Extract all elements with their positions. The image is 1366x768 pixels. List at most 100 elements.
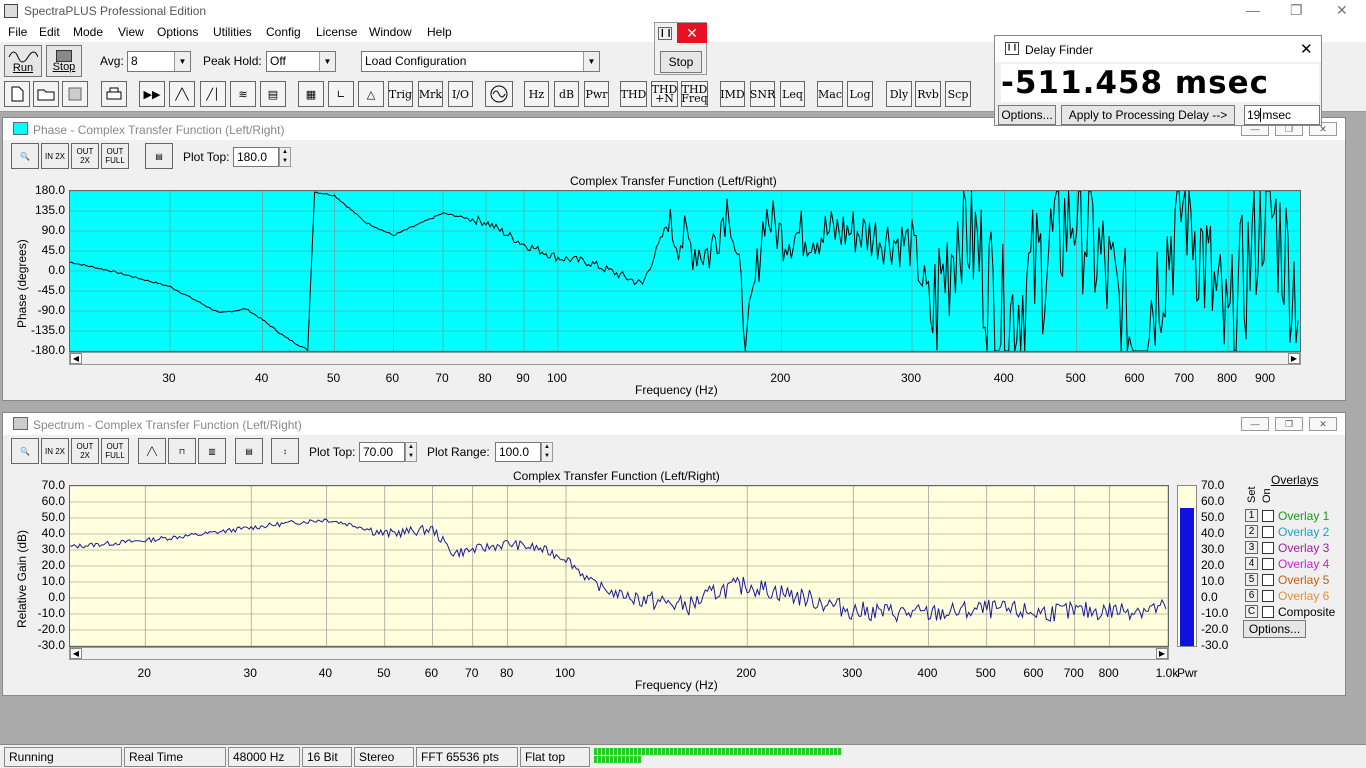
- overlay-checkbox[interactable]: [1262, 542, 1274, 554]
- menu-help[interactable]: Help: [427, 25, 452, 39]
- zoom-in-2x-button[interactable]: IN 2X: [41, 438, 69, 464]
- overlay-checkbox[interactable]: [1262, 606, 1274, 618]
- bar-plot-icon[interactable]: ▥: [198, 438, 226, 464]
- menu-mode[interactable]: Mode: [73, 25, 103, 39]
- open-folder-icon[interactable]: [33, 81, 59, 107]
- thd-button[interactable]: THD: [620, 81, 647, 107]
- peak-hold-select[interactable]: Off ▼: [266, 51, 336, 72]
- overlay-set-button[interactable]: C: [1245, 605, 1258, 618]
- restore-icon[interactable]: ❐: [1275, 417, 1303, 431]
- overlay-checkbox[interactable]: [1262, 526, 1274, 538]
- delay-input[interactable]: 19 msec: [1244, 105, 1320, 125]
- overlay-set-button[interactable]: 3: [1245, 541, 1258, 554]
- menu-utilities[interactable]: Utilities: [213, 25, 252, 39]
- minimize-icon[interactable]: —: [1241, 417, 1269, 431]
- db-button[interactable]: dB: [554, 81, 579, 107]
- overlay-checkbox[interactable]: [1262, 590, 1274, 602]
- avg-select[interactable]: 8 ▼: [127, 51, 191, 72]
- imd-button[interactable]: IMD: [720, 81, 745, 107]
- menu-view[interactable]: View: [118, 25, 144, 39]
- scroll-right-icon[interactable]: ▶: [1288, 353, 1300, 364]
- scroll-left-icon[interactable]: ◀: [70, 353, 82, 364]
- print-icon[interactable]: [101, 81, 127, 107]
- autoscale-icon[interactable]: ↕: [271, 438, 299, 464]
- plot-settings-icon[interactable]: ▤: [235, 438, 263, 464]
- mac-button[interactable]: Mac: [817, 81, 843, 107]
- new-icon[interactable]: [4, 81, 30, 107]
- zoom-out-full-button[interactable]: OUT FULL: [101, 143, 129, 169]
- axis-icon[interactable]: ∟: [328, 81, 354, 107]
- time-series-icon[interactable]: ╱│: [200, 81, 226, 107]
- spectrum-plot-top-spinner[interactable]: ▲ ▼: [405, 442, 417, 462]
- phase-icon[interactable]: ▦: [298, 81, 324, 107]
- phase-plot-top-spinner[interactable]: ▲ ▼: [279, 147, 291, 167]
- overlay-set-button[interactable]: 6: [1245, 589, 1258, 602]
- thd-freq-button[interactable]: THD Freq: [681, 81, 708, 107]
- overlay-checkbox[interactable]: [1262, 558, 1274, 570]
- snr-button[interactable]: SNR: [750, 81, 775, 107]
- stop-button[interactable]: Stop: [46, 45, 82, 77]
- stop-popup-button[interactable]: Stop: [660, 51, 702, 73]
- overlay-set-button[interactable]: 2: [1245, 525, 1258, 538]
- zoom-in-2x-button[interactable]: IN 2X: [41, 143, 69, 169]
- zoom-out-full-button[interactable]: OUT FULL: [101, 438, 129, 464]
- step-plot-icon[interactable]: ⊓: [168, 438, 196, 464]
- menu-license[interactable]: License: [316, 25, 357, 39]
- delay-options-button[interactable]: Options...: [998, 105, 1056, 125]
- overlay-checkbox[interactable]: [1262, 510, 1274, 522]
- mrk-button[interactable]: Mrk: [418, 81, 443, 107]
- spectrum-plot-area[interactable]: [69, 485, 1169, 647]
- close-icon[interactable]: ✕: [1309, 417, 1337, 431]
- load-configuration-select[interactable]: Load Configuration ▼: [361, 51, 600, 72]
- play-icon[interactable]: ▶▶: [139, 81, 165, 107]
- overlay-set-button[interactable]: 1: [1245, 509, 1258, 522]
- overlay-options-button[interactable]: Options...: [1243, 620, 1306, 638]
- polar-icon[interactable]: △: [358, 81, 384, 107]
- spectrum-plot-top-input[interactable]: 70.00: [359, 442, 405, 462]
- menu-edit[interactable]: Edit: [39, 25, 60, 39]
- zoom-icon[interactable]: 🔍: [11, 143, 39, 169]
- zoom-out-2x-button[interactable]: OUT 2X: [71, 438, 99, 464]
- leq-button[interactable]: Leq: [780, 81, 805, 107]
- phase-plot-area[interactable]: [69, 190, 1301, 352]
- run-button[interactable]: Run: [4, 45, 42, 77]
- plot-settings-icon[interactable]: ▤: [145, 143, 173, 169]
- scroll-left-icon[interactable]: ◀: [70, 648, 82, 659]
- close-icon[interactable]: ✕: [1336, 2, 1348, 19]
- rvb-button[interactable]: Rvb: [915, 81, 941, 107]
- zoom-icon[interactable]: 🔍: [11, 438, 39, 464]
- close-icon[interactable]: ✕: [677, 23, 707, 43]
- generator-icon[interactable]: [485, 81, 513, 107]
- menu-file[interactable]: File: [8, 25, 27, 39]
- dly-button[interactable]: Dly: [886, 81, 912, 107]
- overlay-set-button[interactable]: 4: [1245, 557, 1258, 570]
- menu-window[interactable]: Window: [369, 25, 412, 39]
- spectrogram-icon[interactable]: ▤: [260, 81, 286, 107]
- phase-plot-top-input[interactable]: 180.0: [233, 147, 279, 167]
- scroll-right-icon[interactable]: ▶: [1156, 648, 1168, 659]
- plot-range-spinner[interactable]: ▲ ▼: [541, 442, 553, 462]
- plot-range-input[interactable]: 100.0: [495, 442, 541, 462]
- log-button[interactable]: Log: [847, 81, 873, 107]
- overlay-checkbox[interactable]: [1262, 574, 1274, 586]
- pwr-button[interactable]: Pwr: [584, 81, 609, 107]
- overlay-set-button[interactable]: 5: [1245, 573, 1258, 586]
- save-icon[interactable]: [62, 81, 88, 107]
- spectrum-horizontal-scrollbar[interactable]: ◀ ▶: [69, 647, 1169, 660]
- close-icon[interactable]: ✕: [1300, 40, 1313, 58]
- minimize-icon[interactable]: —: [1246, 2, 1260, 18]
- zoom-out-2x-button[interactable]: OUT 2X: [71, 143, 99, 169]
- thd-n-button[interactable]: THD +N: [651, 81, 678, 107]
- phase-horizontal-scrollbar[interactable]: ◀ ▶: [69, 352, 1301, 365]
- hz-button[interactable]: Hz: [524, 81, 549, 107]
- scp-button[interactable]: Scp: [945, 81, 971, 107]
- io-button[interactable]: I/O: [448, 81, 473, 107]
- trig-button[interactable]: Trig: [388, 81, 413, 107]
- restore-icon[interactable]: ❐: [1290, 2, 1303, 19]
- waterfall-icon[interactable]: ≋: [230, 81, 256, 107]
- apply-to-processing-delay-button[interactable]: Apply to Processing Delay -->: [1061, 105, 1235, 125]
- line-plot-icon[interactable]: ╱╲: [138, 438, 166, 464]
- menu-options[interactable]: Options: [157, 25, 198, 39]
- spectrum-mode-icon[interactable]: ╱╲: [169, 81, 195, 107]
- menu-config[interactable]: Config: [266, 25, 301, 39]
